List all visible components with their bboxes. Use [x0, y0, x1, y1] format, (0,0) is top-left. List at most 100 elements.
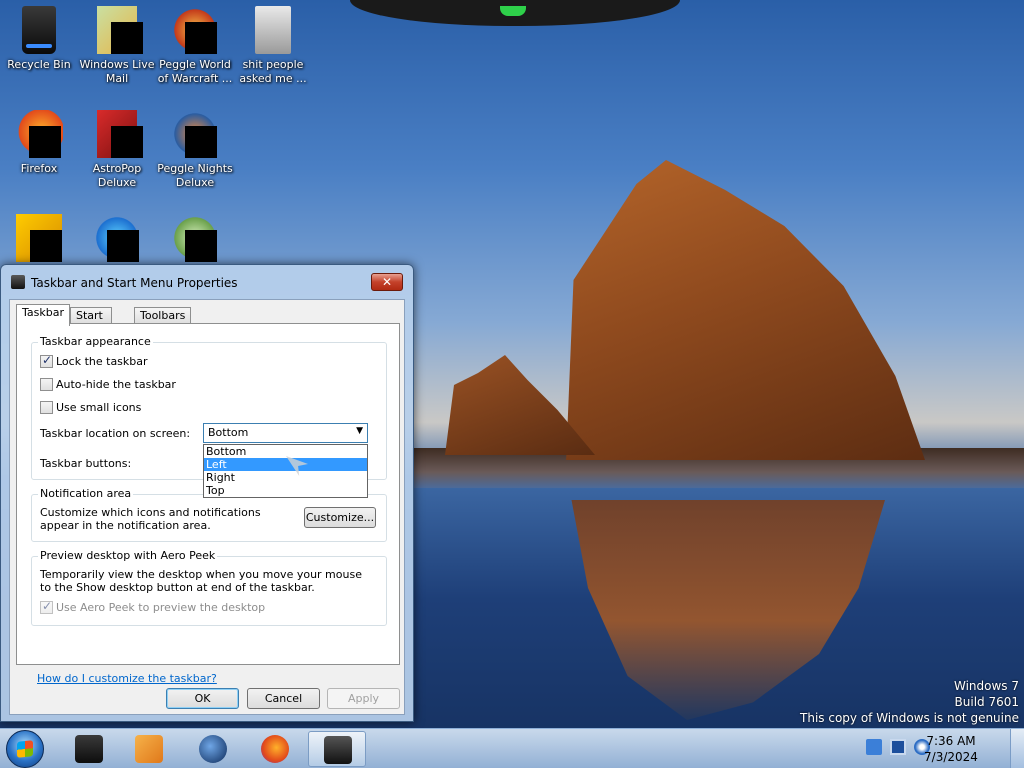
- peggle-nights-icon: [171, 110, 219, 158]
- taskbar-item-taskbar-properties[interactable]: [308, 731, 366, 767]
- location-option-right[interactable]: Right: [204, 471, 367, 484]
- taskbar-item-firefox[interactable]: [246, 731, 304, 767]
- taskbar-item-app[interactable]: [60, 731, 118, 767]
- start-button[interactable]: [6, 730, 44, 768]
- desktop-icon-peggle-nights[interactable]: Peggle Nights Deluxe: [156, 110, 234, 190]
- group-legend: Taskbar appearance: [38, 335, 153, 348]
- notification-area-group: Notification area Customize which icons …: [31, 487, 387, 542]
- taskbar-item-globe[interactable]: [184, 731, 242, 767]
- aero-peek-checkbox: [40, 599, 53, 614]
- firefox-icon: [261, 735, 289, 763]
- aero-peek-row: Use Aero Peek to preview the desktop: [40, 599, 266, 614]
- location-dropdown-list: Bottom Left Right Top: [203, 444, 368, 498]
- taskbar-tab-panel: Taskbar appearance Lock the taskbar Auto…: [16, 323, 400, 685]
- show-desktop-button[interactable]: [1010, 729, 1024, 768]
- folder-icon: [255, 6, 291, 54]
- dialog-client-area: Taskbar Start Menu Toolbars Taskbar appe…: [9, 299, 405, 715]
- windows-live-mail-icon: [97, 6, 143, 54]
- desktop-icon-app-box[interactable]: [0, 214, 78, 266]
- taskbar-properties-dialog: Taskbar and Start Menu Properties ✕ Task…: [0, 264, 414, 722]
- taskbar-appearance-group: Taskbar appearance Lock the taskbar Auto…: [31, 335, 387, 498]
- clock-time: 7:36 AM: [926, 734, 976, 748]
- small-icons-row[interactable]: Use small icons: [40, 401, 141, 414]
- notification-description: Customize which icons and notifications …: [40, 506, 261, 532]
- dialog-titlebar[interactable]: Taskbar and Start Menu Properties ✕: [1, 265, 413, 299]
- customize-button[interactable]: Customize...: [304, 507, 376, 528]
- watermark-line-2: Build 7601: [954, 695, 1019, 709]
- clock-date: 7/3/2024: [924, 750, 978, 764]
- app-gem-icon: [93, 214, 141, 262]
- lock-taskbar-label: Lock the taskbar: [56, 355, 148, 368]
- desktop-icon-label: Windows Live Mail: [79, 58, 155, 85]
- dialog-title: Taskbar and Start Menu Properties: [31, 276, 238, 290]
- tray-flag-icon[interactable]: [866, 739, 882, 755]
- watermark-line-3: This copy of Windows is not genuine: [800, 711, 1019, 725]
- watermark-line-1: Windows 7: [953, 679, 1019, 693]
- desktop-icon-label: Peggle World of Warcraft ...: [157, 58, 233, 85]
- desktop-icon-folder[interactable]: shit people asked me ...: [234, 6, 312, 86]
- black-box-app-icon: [75, 735, 103, 763]
- gadget-indicator-icon: [500, 6, 526, 16]
- redacted-block: [111, 22, 143, 54]
- aero-peek-label: Use Aero Peek to preview the desktop: [56, 601, 266, 614]
- redacted-block: [29, 126, 61, 158]
- desktop-icon-label: shit people asked me ...: [239, 58, 307, 85]
- media-player-icon: [135, 735, 163, 763]
- redacted-block: [111, 126, 143, 158]
- taskbar-properties-icon: [324, 736, 352, 764]
- close-button[interactable]: ✕: [371, 273, 403, 291]
- taskbar-location-select[interactable]: Bottom ▼: [203, 423, 368, 443]
- aero-peek-description: Temporarily view the desktop when you mo…: [40, 568, 362, 594]
- ok-button[interactable]: OK: [166, 688, 239, 709]
- autohide-label: Auto-hide the taskbar: [56, 378, 176, 391]
- desktop-icon-astropop[interactable]: AstroPop Deluxe: [78, 110, 156, 190]
- cancel-button[interactable]: Cancel: [247, 688, 320, 709]
- windows-watermark: Windows 7 Build 7601 This copy of Window…: [800, 678, 1019, 726]
- aero-peek-group: Preview desktop with Aero Peek Temporari…: [31, 549, 387, 626]
- desktop-icon-windows-live-mail[interactable]: Windows Live Mail: [78, 6, 156, 86]
- desktop-icon-label: Firefox: [20, 162, 58, 175]
- taskbar: 7:36 AM 7/3/2024: [0, 728, 1024, 768]
- redacted-block: [107, 230, 139, 262]
- desktop-icon-app-gem[interactable]: [78, 214, 156, 266]
- autohide-row[interactable]: Auto-hide the taskbar: [40, 378, 176, 391]
- redacted-block: [185, 126, 217, 158]
- wallpaper-haystack-rock: [566, 160, 925, 460]
- desktop-icon-recycle-bin[interactable]: Recycle Bin: [0, 6, 78, 72]
- lock-taskbar-checkbox[interactable]: [40, 353, 53, 368]
- location-selected-value: Bottom: [208, 426, 249, 439]
- firefox-icon: [15, 110, 63, 158]
- app-box-icon: [16, 214, 62, 262]
- group-legend: Notification area: [38, 487, 134, 500]
- desktop-icon-peggle-wow[interactable]: Peggle World of Warcraft ...: [156, 6, 234, 86]
- group-legend: Preview desktop with Aero Peek: [38, 549, 218, 562]
- apply-button[interactable]: Apply: [327, 688, 400, 709]
- desktop-icon-firefox[interactable]: Firefox: [0, 110, 78, 176]
- recycle-bin-icon: [22, 6, 56, 54]
- desktop-icon-label: Recycle Bin: [7, 58, 71, 71]
- chevron-down-icon: ▼: [356, 426, 363, 436]
- lock-taskbar-row[interactable]: Lock the taskbar: [40, 353, 148, 368]
- redacted-block: [185, 22, 217, 54]
- location-option-left[interactable]: Left: [204, 458, 367, 471]
- autohide-checkbox[interactable]: [40, 378, 53, 391]
- desktop-icon-label: Peggle Nights Deluxe: [157, 162, 233, 189]
- desktop-icon-label: AstroPop Deluxe: [92, 162, 142, 189]
- peggle-icon: [171, 6, 219, 54]
- location-label: Taskbar location on screen:: [40, 427, 191, 440]
- tab-taskbar[interactable]: Taskbar: [16, 304, 70, 326]
- taskbar-item-media[interactable]: [120, 731, 178, 767]
- redacted-block: [30, 230, 62, 262]
- taskbar-properties-icon: [11, 275, 25, 289]
- redacted-block: [185, 230, 217, 262]
- taskbar-buttons-label: Taskbar buttons:: [40, 457, 132, 470]
- small-icons-checkbox[interactable]: [40, 401, 53, 414]
- small-icons-label: Use small icons: [56, 401, 142, 414]
- taskbar-clock[interactable]: 7:36 AM 7/3/2024: [916, 733, 986, 765]
- help-link[interactable]: How do I customize the taskbar?: [37, 672, 217, 685]
- tray-network-icon[interactable]: [890, 739, 906, 755]
- desktop-icon-app-leaf[interactable]: [156, 214, 234, 266]
- location-option-bottom[interactable]: Bottom: [204, 445, 367, 458]
- location-option-top[interactable]: Top: [204, 484, 367, 497]
- app-leaf-icon: [171, 214, 219, 262]
